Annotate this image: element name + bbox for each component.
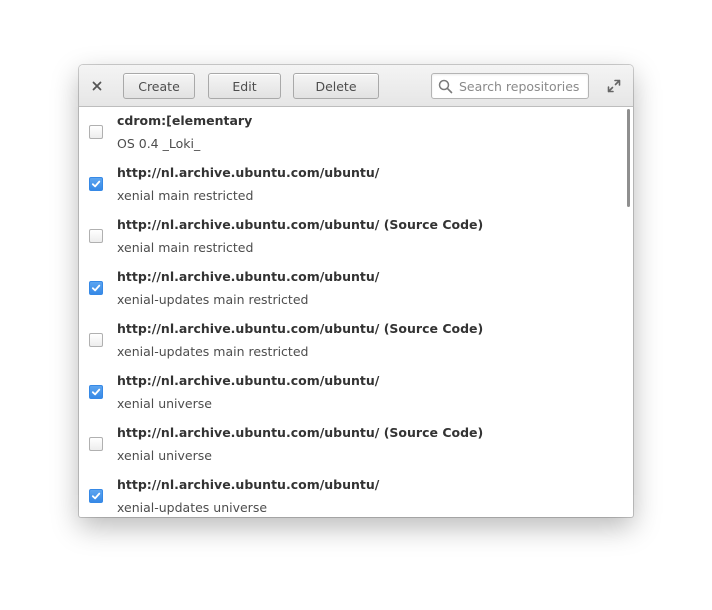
repositories-window: Create Edit Delete cdrom:[elementary OS …	[79, 65, 633, 517]
checkmark-icon	[91, 388, 101, 396]
list-item[interactable]: http://nl.archive.ubuntu.com/ubuntu/ xen…	[79, 263, 627, 315]
repository-components: xenial-updates universe	[117, 500, 268, 515]
list-item[interactable]: http://nl.archive.ubuntu.com/ubuntu/ (So…	[79, 315, 627, 367]
list-item[interactable]: http://nl.archive.ubuntu.com/ubuntu/ (So…	[79, 419, 627, 471]
header-bar: Create Edit Delete	[79, 65, 633, 107]
repository-components: xenial universe	[117, 396, 212, 411]
checkmark-icon	[91, 492, 101, 500]
repository-checkbox[interactable]	[89, 177, 103, 191]
search-box[interactable]	[431, 73, 589, 99]
repository-components: xenial main restricted	[117, 188, 254, 203]
scrollbar[interactable]	[627, 109, 630, 207]
close-button[interactable]	[87, 76, 107, 96]
repository-title: http://nl.archive.ubuntu.com/ubuntu/ (So…	[117, 217, 484, 232]
repository-checkbox[interactable]	[89, 385, 103, 399]
repository-components: OS 0.4 _Loki_	[117, 136, 201, 151]
create-button[interactable]: Create	[123, 73, 195, 99]
close-icon	[92, 81, 102, 91]
repository-checkbox[interactable]	[89, 333, 103, 347]
maximize-icon	[607, 79, 621, 93]
repository-title: http://nl.archive.ubuntu.com/ubuntu/	[117, 165, 380, 180]
repository-title: http://nl.archive.ubuntu.com/ubuntu/	[117, 373, 380, 388]
list-item[interactable]: http://nl.archive.ubuntu.com/ubuntu/ xen…	[79, 367, 627, 419]
repository-checkbox[interactable]	[89, 125, 103, 139]
maximize-button[interactable]	[605, 77, 623, 95]
repository-title: http://nl.archive.ubuntu.com/ubuntu/ (So…	[117, 425, 484, 440]
repository-title: http://nl.archive.ubuntu.com/ubuntu/ (So…	[117, 321, 484, 336]
repository-components: xenial universe	[117, 448, 212, 463]
repository-checkbox[interactable]	[89, 281, 103, 295]
repository-title: http://nl.archive.ubuntu.com/ubuntu/	[117, 477, 380, 492]
repository-checkbox[interactable]	[89, 229, 103, 243]
repository-components: xenial main restricted	[117, 240, 254, 255]
repository-title: http://nl.archive.ubuntu.com/ubuntu/	[117, 269, 380, 284]
list-item[interactable]: http://nl.archive.ubuntu.com/ubuntu/ xen…	[79, 159, 627, 211]
delete-button[interactable]: Delete	[293, 73, 379, 99]
search-input[interactable]	[459, 74, 585, 98]
repository-checkbox[interactable]	[89, 489, 103, 503]
list-item[interactable]: cdrom:[elementary OS 0.4 _Loki_	[79, 107, 627, 159]
edit-button[interactable]: Edit	[208, 73, 281, 99]
list-item[interactable]: http://nl.archive.ubuntu.com/ubuntu/ (So…	[79, 211, 627, 263]
checkmark-icon	[91, 180, 101, 188]
checkmark-icon	[91, 284, 101, 292]
repository-components: xenial-updates main restricted	[117, 344, 309, 359]
repository-checkbox[interactable]	[89, 437, 103, 451]
repository-title: cdrom:[elementary	[117, 113, 253, 128]
repository-list[interactable]: cdrom:[elementary OS 0.4 _Loki_ http://n…	[79, 107, 633, 517]
search-icon	[438, 79, 453, 94]
list-item[interactable]: http://nl.archive.ubuntu.com/ubuntu/ xen…	[79, 471, 627, 517]
repository-components: xenial-updates main restricted	[117, 292, 309, 307]
